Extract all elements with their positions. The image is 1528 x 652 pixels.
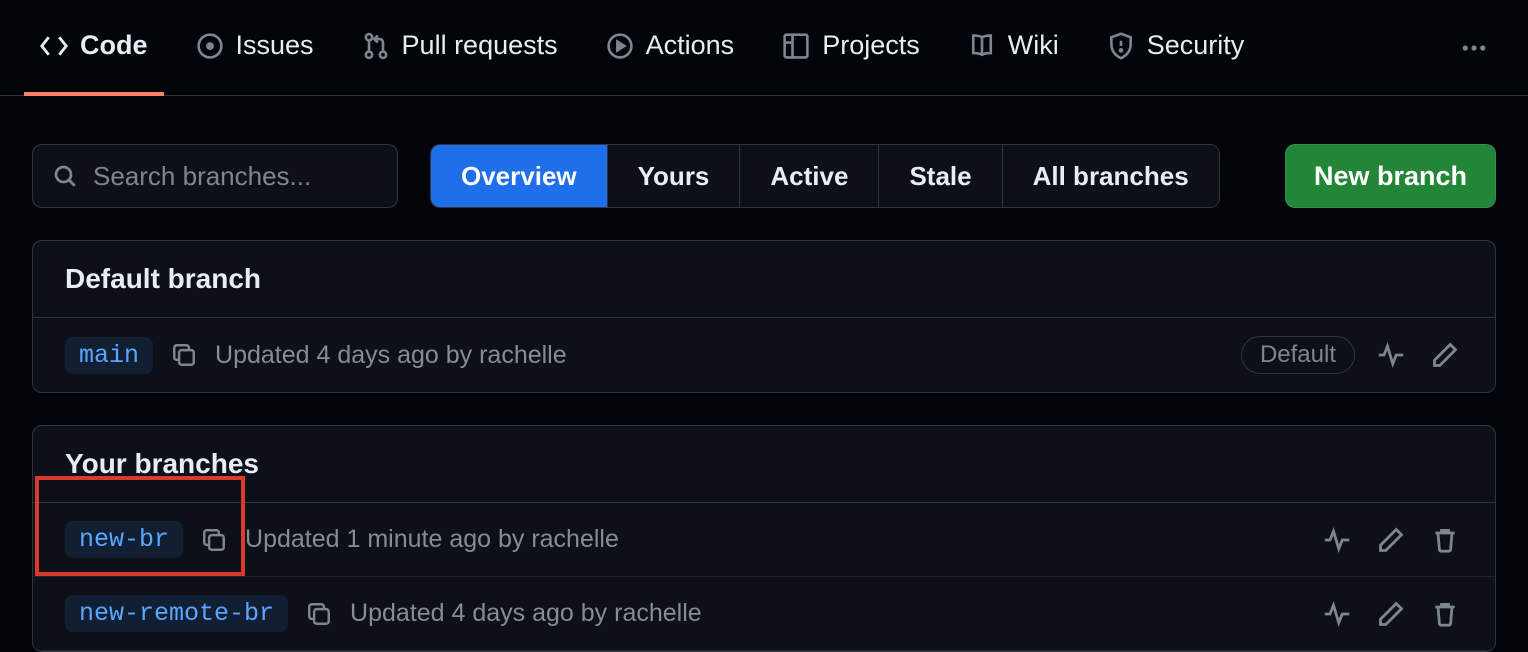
filter-overview[interactable]: Overview [431, 145, 608, 207]
tab-code[interactable]: Code [24, 0, 164, 96]
activity-icon[interactable] [1319, 596, 1355, 632]
branch-row: new-remote-br Updated 4 days ago by rach… [33, 577, 1495, 651]
tab-label: Actions [646, 30, 735, 61]
delete-icon[interactable] [1427, 522, 1463, 558]
copy-icon[interactable] [171, 342, 197, 368]
branch-name[interactable]: new-remote-br [65, 595, 288, 632]
code-icon [40, 32, 68, 60]
copy-icon[interactable] [306, 601, 332, 627]
delete-icon[interactable] [1427, 596, 1463, 632]
tab-security[interactable]: Security [1091, 0, 1261, 96]
branch-row: new-br Updated 1 minute ago by rachelle [33, 503, 1495, 577]
tab-label: Wiki [1008, 30, 1059, 61]
tab-label: Issues [236, 30, 314, 61]
search-input[interactable] [93, 161, 428, 192]
tab-label: Projects [822, 30, 920, 61]
activity-icon[interactable] [1319, 522, 1355, 558]
filter-active[interactable]: Active [740, 145, 879, 207]
tab-wiki[interactable]: Wiki [952, 0, 1075, 96]
branches-toolbar: Overview Yours Active Stale All branches… [0, 96, 1528, 240]
activity-icon[interactable] [1373, 337, 1409, 373]
tab-label: Code [80, 30, 148, 61]
tab-projects[interactable]: Projects [766, 0, 936, 96]
branch-row: main Updated 4 days ago by rachelle Defa… [33, 318, 1495, 392]
play-icon [606, 32, 634, 60]
search-branches[interactable] [32, 144, 398, 208]
shield-icon [1107, 32, 1135, 60]
kebab-icon [1460, 34, 1488, 62]
branch-meta: Updated 4 days ago by rachelle [350, 599, 702, 628]
branch-meta: Updated 1 minute ago by rachelle [245, 525, 619, 554]
filter-yours[interactable]: Yours [608, 145, 741, 207]
tab-issues[interactable]: Issues [180, 0, 330, 96]
section-title: Default branch [33, 241, 1495, 318]
tab-pull-requests[interactable]: Pull requests [346, 0, 574, 96]
project-icon [782, 32, 810, 60]
edit-icon[interactable] [1427, 337, 1463, 373]
branch-name[interactable]: main [65, 337, 153, 374]
edit-icon[interactable] [1373, 522, 1409, 558]
search-icon [53, 164, 77, 188]
branch-name[interactable]: new-br [65, 521, 183, 558]
tab-actions[interactable]: Actions [590, 0, 751, 96]
more-menu[interactable] [1444, 26, 1504, 70]
issue-icon [196, 32, 224, 60]
section-default-branch: Default branch main Updated 4 days ago b… [32, 240, 1496, 393]
copy-icon[interactable] [201, 527, 227, 553]
pull-request-icon [362, 32, 390, 60]
default-badge: Default [1241, 336, 1355, 374]
filter-stale[interactable]: Stale [879, 145, 1002, 207]
section-your-branches: Your branches new-br Updated 1 minute ag… [32, 425, 1496, 652]
tab-label: Pull requests [402, 30, 558, 61]
book-icon [968, 32, 996, 60]
section-title: Your branches [33, 426, 1495, 503]
filter-all-branches[interactable]: All branches [1003, 145, 1219, 207]
tab-label: Security [1147, 30, 1245, 61]
branch-filter-tabs: Overview Yours Active Stale All branches [430, 144, 1220, 208]
repo-tabnav: Code Issues Pull requests Actions Projec… [0, 0, 1528, 96]
edit-icon[interactable] [1373, 596, 1409, 632]
branch-meta: Updated 4 days ago by rachelle [215, 341, 567, 370]
new-branch-button[interactable]: New branch [1285, 144, 1496, 208]
